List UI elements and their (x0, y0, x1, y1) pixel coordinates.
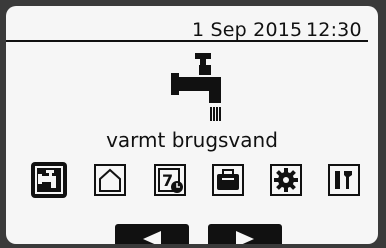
schedule-icon: 7 (154, 164, 186, 196)
menu-service-button[interactable] (326, 162, 362, 198)
home-icon (94, 164, 126, 196)
menu-row: 7 (6, 162, 378, 202)
prev-button[interactable] (115, 224, 189, 244)
faucet-icon (169, 51, 229, 123)
arrow-right-icon (236, 231, 254, 244)
service-tools-icon (328, 164, 360, 196)
menu-home-button[interactable] (92, 162, 128, 198)
menu-settings-button[interactable] (268, 162, 304, 198)
settings-gear-icon (270, 164, 302, 196)
menu-schedule-button[interactable]: 7 (152, 162, 188, 198)
arrow-left-icon (143, 231, 161, 244)
menu-holiday-button[interactable] (210, 162, 246, 198)
status-time: 12:30 (306, 19, 362, 41)
hot-water-icon (31, 162, 67, 198)
lcd-screen: 1 Sep 2015 12:30 varmt brugsvand 7 (6, 6, 378, 244)
next-button[interactable] (208, 224, 282, 244)
menu-hot-water-button[interactable] (31, 162, 67, 198)
status-bar: 1 Sep 2015 12:30 (6, 18, 368, 42)
status-date: 1 Sep 2015 (192, 19, 303, 41)
holiday-suitcase-icon (212, 164, 244, 196)
mode-title: varmt brugsvand (106, 128, 278, 152)
